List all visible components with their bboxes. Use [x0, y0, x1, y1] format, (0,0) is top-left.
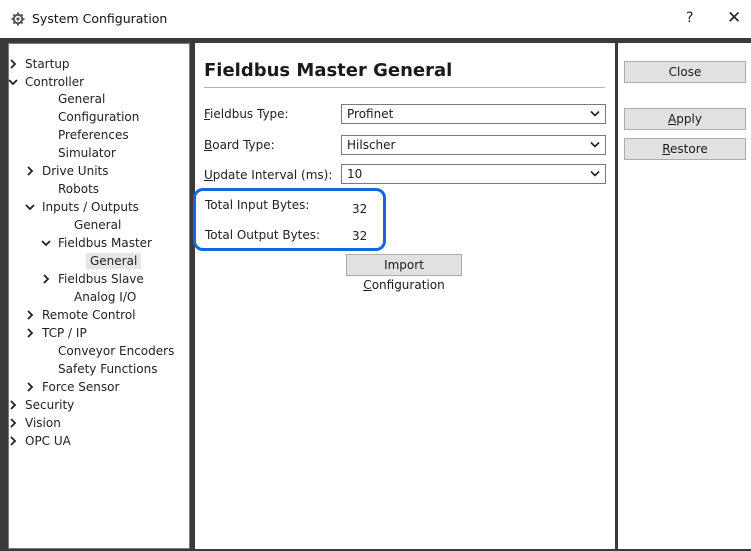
tree-item-label[interactable]: General	[74, 217, 121, 233]
chevron-right-icon[interactable]	[25, 310, 35, 320]
chevron-down-icon	[590, 141, 600, 148]
mnemonic: U	[204, 168, 213, 182]
tree-item-label[interactable]: Simulator	[58, 145, 116, 161]
tree-item-label[interactable]: Robots	[58, 181, 99, 197]
label-text: oard Type:	[212, 138, 275, 152]
tree-item-label[interactable]: Security	[25, 397, 74, 413]
page-title: Fieldbus Master General	[204, 60, 453, 81]
chevron-right-icon[interactable]	[25, 166, 35, 176]
chevron-right-icon[interactable]	[25, 382, 35, 392]
chevron-down-icon	[590, 170, 600, 177]
mnemonic: R	[662, 142, 671, 156]
tree-item-label[interactable]: Fieldbus Master	[58, 235, 152, 251]
tree-item-label[interactable]: Drive Units	[42, 163, 109, 179]
gear-icon	[11, 12, 25, 26]
chevron-right-icon[interactable]	[41, 274, 51, 284]
title-bar: System Configuration ? ✕	[0, 0, 751, 38]
mnemonic: B	[204, 138, 213, 152]
board-type-label: Board Type:	[204, 138, 275, 152]
label-text: pdate Interval (ms):	[212, 168, 333, 182]
chevron-down-icon[interactable]	[25, 202, 35, 212]
button-text: onfiguration	[371, 278, 445, 292]
chevron-right-icon[interactable]	[25, 328, 35, 338]
help-button[interactable]: ?	[686, 10, 693, 26]
tree-item-label[interactable]: Safety Functions	[58, 361, 158, 377]
close-window-button[interactable]: ✕	[727, 8, 741, 28]
button-text: estore	[670, 142, 708, 156]
tree-item-label[interactable]: Inputs / Outputs	[42, 199, 139, 215]
selected-value: 10	[347, 167, 363, 181]
chevron-right-icon[interactable]	[8, 400, 18, 410]
chevron-right-icon[interactable]	[8, 436, 18, 446]
tree-item-label[interactable]: Remote Control	[42, 307, 136, 323]
label-text: ieldbus Type:	[210, 107, 289, 121]
update-interval-select[interactable]: 10	[341, 164, 606, 184]
close-button[interactable]: Close	[624, 61, 746, 83]
button-text: pply	[676, 112, 702, 126]
button-text: Import	[384, 258, 424, 272]
update-interval-label: Update Interval (ms):	[204, 168, 332, 182]
window-title: System Configuration	[32, 11, 168, 26]
tree-item-label[interactable]: General	[58, 91, 105, 107]
heading-divider	[204, 87, 605, 88]
tree-item-label[interactable]: General	[86, 253, 142, 269]
tree-item-label[interactable]: Conveyor Encoders	[58, 343, 174, 359]
selected-value: Hilscher	[347, 138, 396, 152]
highlight-annotation	[193, 188, 386, 251]
tree-item-label[interactable]: Controller	[25, 74, 84, 90]
mnemonic: C	[363, 278, 372, 292]
restore-button[interactable]: Restore	[624, 138, 746, 160]
board-type-select[interactable]: Hilscher	[341, 135, 606, 155]
chevron-right-icon[interactable]	[8, 418, 18, 428]
tree-item-label[interactable]: Vision	[25, 415, 61, 431]
tree-item-label[interactable]: Startup	[25, 56, 70, 72]
chevron-down-icon[interactable]	[8, 77, 18, 87]
fieldbus-type-label: Fieldbus Type:	[204, 107, 289, 121]
tree-item-label[interactable]: TCP / IP	[42, 325, 87, 341]
tree-item-label[interactable]: Analog I/O	[74, 289, 136, 305]
tree-item-label[interactable]: OPC UA	[25, 433, 71, 449]
selected-value: Profinet	[347, 107, 394, 121]
chevron-right-icon[interactable]	[8, 59, 18, 69]
chevron-down-icon	[590, 110, 600, 117]
tree-item-label[interactable]: Configuration	[58, 109, 139, 125]
import-configuration-button[interactable]: Import Configuration	[346, 254, 462, 292]
tree-item-label[interactable]: Fieldbus Slave	[58, 271, 144, 287]
apply-button[interactable]: Apply	[624, 108, 746, 130]
fieldbus-type-select[interactable]: Profinet	[341, 104, 606, 124]
chevron-down-icon[interactable]	[41, 238, 51, 248]
tree-item-label[interactable]: Preferences	[58, 127, 129, 143]
tree-item-label[interactable]: Force Sensor	[42, 379, 119, 395]
